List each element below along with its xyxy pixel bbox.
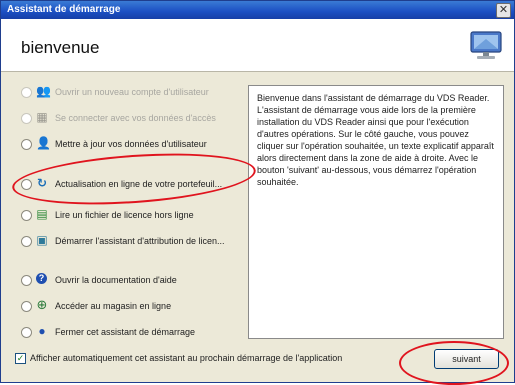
option-online-update[interactable]: ↻ Actualisation en ligne de votre portef… (19, 175, 259, 193)
wizard-header: bienvenue (1, 19, 514, 72)
online-update-icon: ↻ (36, 176, 48, 190)
option-new-account[interactable]: 👥 Ouvrir un nouveau compte d'utilisateur (19, 83, 259, 101)
autostart-label: Afficher automatiquement cet assistant a… (30, 353, 343, 363)
autostart-checkbox[interactable]: ✓ (15, 353, 26, 364)
option-online-store[interactable]: ⊕ Accéder au magasin en ligne (19, 297, 259, 315)
option-label: Ouvrir un nouveau compte d'utilisateur (55, 87, 209, 97)
radio-online-update[interactable] (21, 179, 32, 190)
window-title: Assistant de démarrage (7, 4, 121, 15)
options-list: 👥 Ouvrir un nouveau compte d'utilisateur… (19, 81, 234, 349)
license-wizard-icon: ▣ (36, 233, 48, 247)
option-label: Mettre à jour vos données d'utilisateur (55, 139, 207, 149)
radio-login[interactable] (21, 113, 32, 124)
radio-new-account[interactable] (21, 87, 32, 98)
license-file-icon: ▤ (36, 207, 48, 221)
option-help-docs[interactable]: ? Ouvrir la documentation d'aide (19, 271, 259, 289)
user-account-icon: 👥 (36, 84, 51, 98)
description-panel: Bienvenue dans l'assistant de démarrage … (248, 85, 504, 339)
close-wizard-icon: ● (38, 324, 46, 338)
option-label: Ouvrir la documentation d'aide (55, 275, 177, 285)
description-text: Bienvenue dans l'assistant de démarrage … (257, 93, 494, 187)
login-icon: ▦ (36, 110, 48, 124)
option-label: Actualisation en ligne de votre portefeu… (55, 179, 223, 189)
wizard-window: Assistant de démarrage ✕ bienvenue 👥 Ouv… (0, 0, 515, 383)
option-close-wizard[interactable]: ● Fermer cet assistant de démarrage (19, 323, 259, 341)
radio-read-license-file[interactable] (21, 210, 32, 221)
user-edit-icon: 👤 (36, 136, 51, 150)
option-read-license-file[interactable]: ▤ Lire un fichier de licence hors ligne (19, 206, 259, 224)
help-icon: ? (36, 273, 47, 284)
next-button[interactable]: suivant (434, 349, 499, 369)
radio-help-docs[interactable] (21, 275, 32, 286)
online-store-icon: ⊕ (36, 297, 48, 312)
radio-license-wizard[interactable] (21, 236, 32, 247)
radio-close-wizard[interactable] (21, 327, 32, 338)
option-label: Démarrer l'assistant d'attribution de li… (55, 236, 225, 246)
option-login[interactable]: ▦ Se connecter avec vos données d'accès (19, 109, 259, 127)
option-label: Lire un fichier de licence hors ligne (55, 210, 194, 220)
radio-update-user-data[interactable] (21, 139, 32, 150)
option-label: Fermer cet assistant de démarrage (55, 327, 196, 337)
monitor-logo-icon (470, 31, 502, 59)
option-label: Se connecter avec vos données d'accès (55, 113, 216, 123)
radio-online-store[interactable] (21, 301, 32, 312)
close-button[interactable]: ✕ (496, 3, 511, 18)
option-license-wizard[interactable]: ▣ Démarrer l'assistant d'attribution de … (19, 232, 259, 250)
page-title: bienvenue (21, 38, 100, 57)
title-bar: Assistant de démarrage ✕ (1, 1, 514, 19)
option-update-user-data[interactable]: 👤 Mettre à jour vos données d'utilisateu… (19, 135, 259, 153)
option-label: Accéder au magasin en ligne (55, 301, 172, 311)
